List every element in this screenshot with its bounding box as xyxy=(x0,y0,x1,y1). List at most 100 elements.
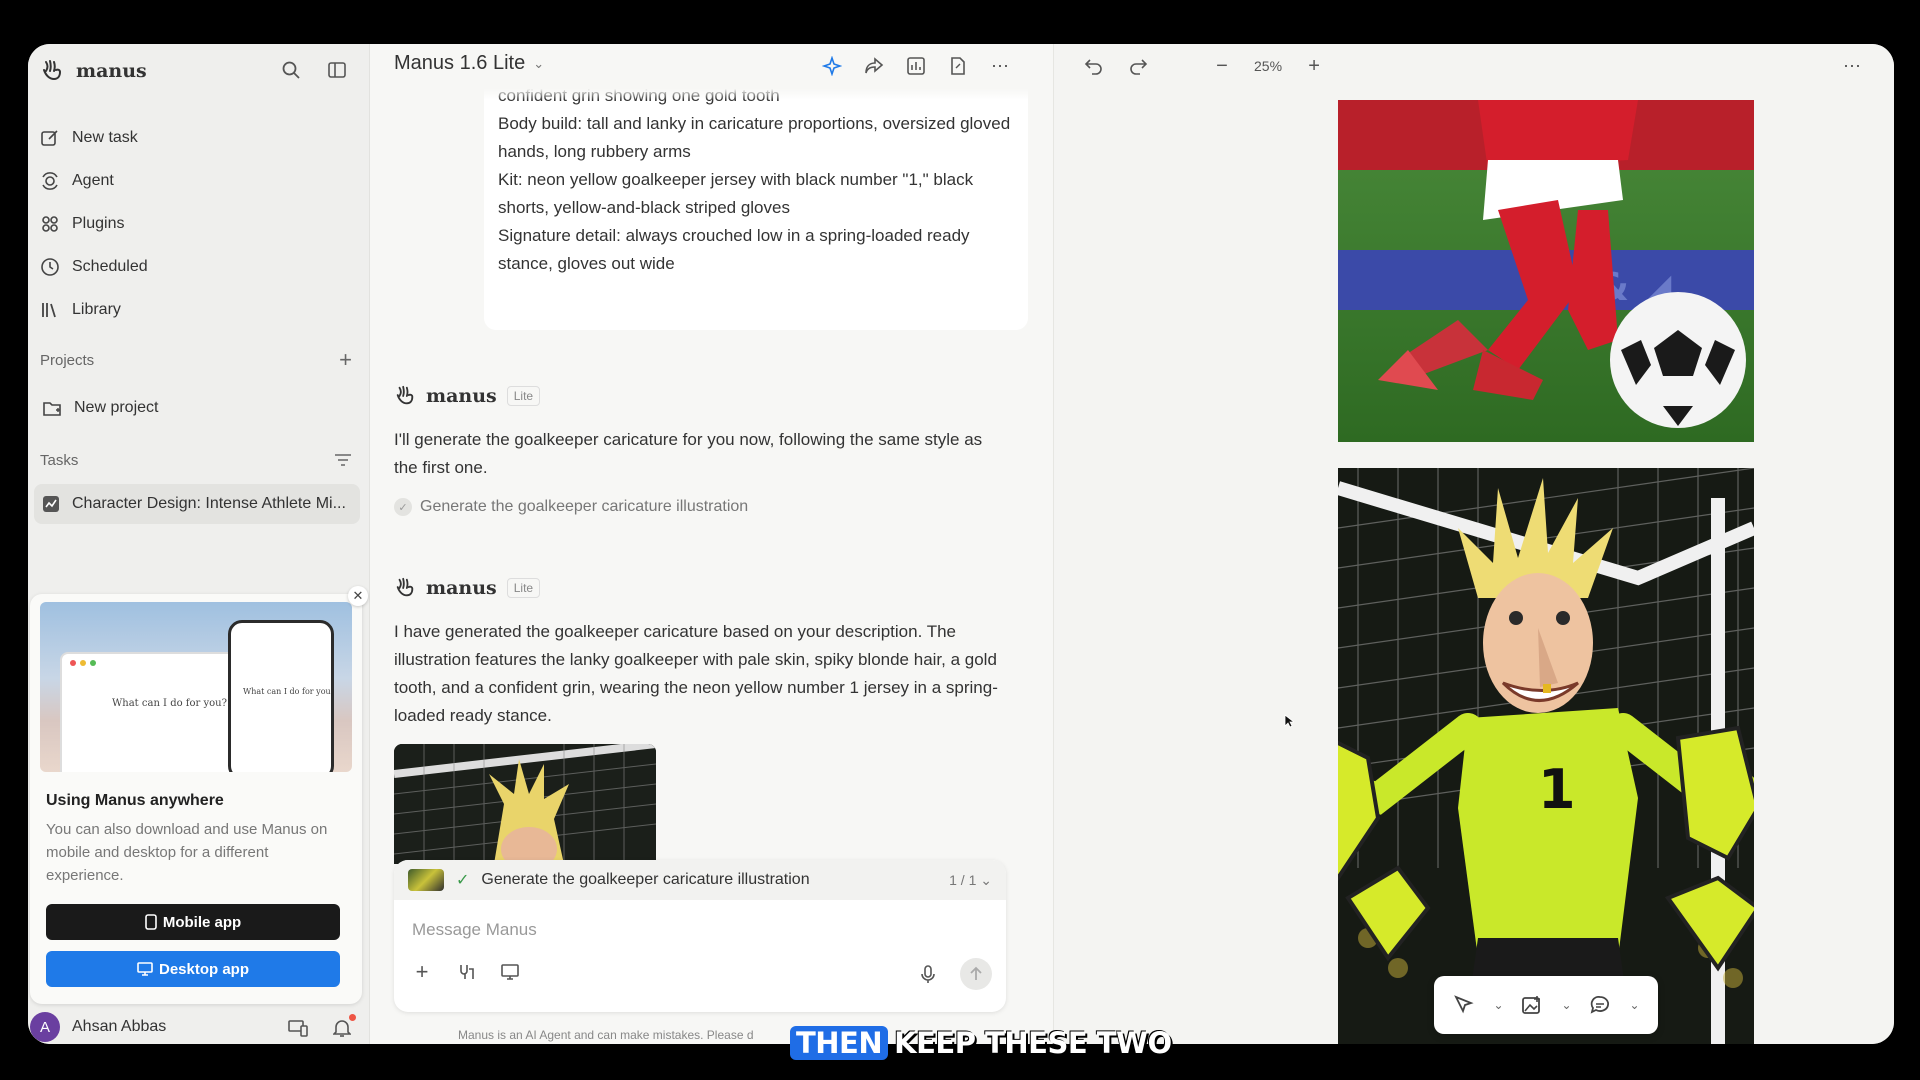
check-icon: ✓ xyxy=(456,872,470,889)
desktop-app-button[interactable]: Desktop app xyxy=(46,951,340,987)
chevron-down-icon[interactable]: ⌄ xyxy=(1629,998,1639,1012)
svg-text:1: 1 xyxy=(1538,758,1576,821)
promo-title: Using Manus anywhere xyxy=(46,792,224,809)
nav-library[interactable]: Library xyxy=(38,288,358,331)
nav-new-task[interactable]: New task xyxy=(38,116,358,159)
edit-icon xyxy=(41,129,58,146)
agent-message: I have generated the goalkeeper caricatu… xyxy=(394,622,998,725)
plus-icon[interactable]: + xyxy=(410,959,434,984)
desktop-app-label: Desktop app xyxy=(158,960,249,978)
arrow-up-icon xyxy=(970,966,982,980)
tasks-label: Tasks xyxy=(40,452,79,469)
chevron-down-icon[interactable]: ⌄ xyxy=(1561,998,1571,1012)
agent-message: I'll generate the goalkeeper caricature … xyxy=(394,430,983,477)
composer: ✓ Generate the goalkeeper caricature ill… xyxy=(394,860,1006,1012)
monitor-icon[interactable] xyxy=(498,960,522,984)
redo-icon[interactable] xyxy=(1126,54,1150,78)
new-project-item[interactable]: New project xyxy=(40,386,158,429)
sidebar-toggle-icon[interactable] xyxy=(325,58,349,82)
task-strip-label: Generate the goalkeeper caricature illus… xyxy=(481,871,810,888)
chart-icon[interactable] xyxy=(904,54,928,78)
image-edit-icon[interactable] xyxy=(1520,993,1544,1017)
chevron-down-icon[interactable]: ⌄ xyxy=(1493,998,1503,1012)
library-icon xyxy=(42,302,56,317)
add-project-icon[interactable]: + xyxy=(339,349,352,371)
laptop-text: What can I do for you? xyxy=(112,698,227,709)
agent-name: manus xyxy=(426,577,497,599)
task-chart-icon xyxy=(43,496,59,512)
promo-image: What can I do for you? What can I do for… xyxy=(40,602,352,772)
bell-icon[interactable] xyxy=(330,1014,356,1040)
send-button[interactable] xyxy=(960,958,992,990)
bubble-line: Body build: tall and lanky in caricature… xyxy=(498,114,1011,161)
phone-text: What can I do for you xyxy=(243,687,331,696)
comment-icon[interactable] xyxy=(1588,993,1612,1017)
monitor-icon xyxy=(137,962,153,976)
mobile-app-label: Mobile app xyxy=(162,913,242,931)
chat-panel: Face: pale skin, tall spiky blonde hair,… xyxy=(370,44,1054,1044)
step-item[interactable]: ✓ Generate the goalkeeper caricature ill… xyxy=(394,498,748,516)
avatar: A xyxy=(30,1012,60,1042)
projects-label: Projects xyxy=(40,352,95,369)
close-icon[interactable]: ✕ xyxy=(348,586,368,606)
more-icon[interactable]: ⋯ xyxy=(1840,54,1864,78)
agent-icon xyxy=(42,171,58,190)
model-name: Manus 1.6 Lite xyxy=(394,52,526,74)
select-pointer-icon[interactable] xyxy=(1452,993,1476,1017)
task-item[interactable]: Character Design: Intense Athlete Mi... xyxy=(34,484,360,524)
more-icon[interactable]: ⋯ xyxy=(988,54,1012,78)
clock-icon xyxy=(41,257,59,276)
generated-image-thumbnail[interactable] xyxy=(394,744,656,864)
projects-header: Projects + xyxy=(40,349,352,371)
nav-label: New task xyxy=(72,128,138,146)
lite-badge: Lite xyxy=(506,578,541,598)
nav-agent[interactable]: Agent xyxy=(38,159,358,202)
caption-highlight: THEN xyxy=(790,1026,889,1060)
task-count: 1 / 1 ⌄ xyxy=(949,871,992,888)
zoom-in-icon[interactable]: + xyxy=(1302,54,1326,78)
brand-name: manus xyxy=(76,60,147,82)
search-icon[interactable] xyxy=(279,58,303,82)
notification-dot xyxy=(349,1014,356,1021)
undo-icon[interactable] xyxy=(1082,54,1106,78)
disclaimer-text: Manus is an AI Agent and can make mistak… xyxy=(458,1028,754,1042)
connectors-icon[interactable] xyxy=(454,960,478,984)
video-caption: THEN KEEP THESE TWO xyxy=(790,1026,1172,1060)
phone-icon xyxy=(145,914,157,930)
nav-label: Scheduled xyxy=(72,257,148,275)
filter-icon[interactable] xyxy=(334,452,352,472)
sidebar: manus New task Agent Plugins Scheduled L… xyxy=(28,44,370,1044)
message-input[interactable]: Message Manus xyxy=(412,920,537,940)
soccer-player-image[interactable]: M& ◢ xyxy=(1338,100,1754,442)
agent-name: manus xyxy=(426,385,497,407)
promo-card: What can I do for you? What can I do for… xyxy=(30,586,368,1004)
sidebar-nav: New task Agent Plugins Scheduled Library xyxy=(38,116,358,331)
step-label: Generate the goalkeeper caricature illus… xyxy=(420,498,749,515)
user-profile[interactable]: A Ahsan Abbas xyxy=(30,1012,166,1042)
devices-icon[interactable] xyxy=(286,1016,310,1040)
nav-label: Agent xyxy=(72,171,114,189)
share-icon[interactable] xyxy=(862,54,886,78)
mouse-cursor-icon xyxy=(1284,714,1296,733)
new-project-label: New project xyxy=(74,398,159,416)
plugins-icon xyxy=(42,215,58,232)
mobile-app-button[interactable]: Mobile app xyxy=(46,904,340,940)
nav-scheduled[interactable]: Scheduled xyxy=(38,245,358,288)
brand[interactable]: manus xyxy=(38,54,147,88)
document-icon[interactable] xyxy=(946,54,970,78)
check-icon: ✓ xyxy=(394,498,412,516)
task-progress-strip[interactable]: ✓ Generate the goalkeeper caricature ill… xyxy=(394,860,1006,900)
goalkeeper-caricature-image[interactable]: 1 xyxy=(1338,468,1754,1044)
nav-label: Plugins xyxy=(72,214,125,232)
model-selector[interactable]: Manus 1.6 Lite ⌄ xyxy=(394,52,544,75)
phone-mockup: What can I do for you xyxy=(228,620,334,772)
new-folder-icon xyxy=(43,401,61,416)
task-thumbnail xyxy=(408,869,444,891)
zoom-out-icon[interactable]: − xyxy=(1210,54,1234,78)
lite-badge: Lite xyxy=(506,386,541,406)
tasks-header: Tasks xyxy=(40,452,352,472)
nav-plugins[interactable]: Plugins xyxy=(38,202,358,245)
sparkle-icon[interactable] xyxy=(820,54,844,78)
microphone-icon[interactable] xyxy=(916,962,940,986)
canvas-floating-toolbar: ⌄ ⌄ ⌄ xyxy=(1434,976,1658,1034)
